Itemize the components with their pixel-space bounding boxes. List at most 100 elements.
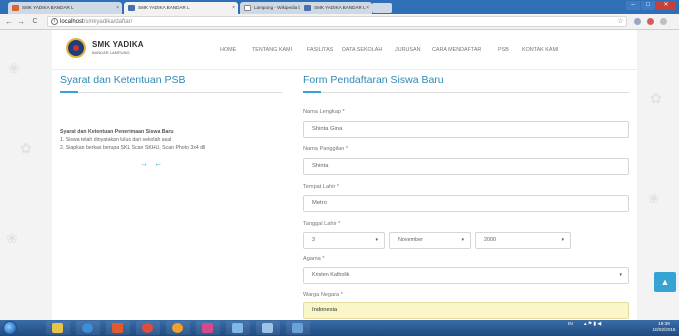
taskbar-media[interactable]	[106, 321, 130, 335]
close-window-button[interactable]: ✕	[656, 1, 676, 10]
taskbar-app[interactable]	[256, 321, 280, 335]
nav-fasilitas[interactable]: FASILITAS	[307, 47, 333, 53]
background-motif-icon: ✿	[650, 90, 662, 106]
favicon-icon	[304, 5, 311, 11]
background-motif-icon: ✿	[20, 140, 32, 156]
nama-lengkap-label: Nama Lengkap *	[303, 109, 345, 115]
page-info-icon[interactable]: i	[51, 18, 58, 25]
clock-date: 10/02/2016	[652, 327, 676, 332]
bookmark-star-icon[interactable]: ☆	[616, 17, 625, 26]
app-icon	[172, 323, 183, 333]
back-button[interactable]: ←	[4, 16, 14, 27]
arrows-decoration: → ←	[140, 159, 165, 168]
background-motif-icon: ❀	[8, 60, 20, 76]
nav-jurusan[interactable]: JURUSAN	[395, 47, 420, 53]
folder-icon	[52, 323, 63, 333]
agama-select[interactable]: Kristen Katholik ▾	[303, 267, 629, 284]
requirements-heading: Syarat dan Ketentuan Penerimaan Siswa Ba…	[60, 129, 174, 135]
tempat-lahir-label: Tempat Lahir *	[303, 184, 340, 190]
chevron-down-icon: ▾	[561, 237, 564, 243]
system-clock[interactable]: 19:39 10/02/2016	[650, 321, 678, 333]
nama-panggilan-input[interactable]: Shinta	[303, 158, 629, 175]
new-tab-button[interactable]	[372, 3, 392, 13]
birth-month-select[interactable]: November ▾	[389, 232, 471, 249]
nav-cara-mendaftar[interactable]: CARA MENDAFTAR	[432, 47, 481, 53]
language-indicator[interactable]: IN	[568, 322, 573, 327]
school-logo[interactable]	[66, 38, 86, 58]
app-icon	[262, 323, 273, 333]
brand-subtitle: BANDAR LAMPUNG	[92, 50, 130, 55]
taskbar-ie[interactable]	[76, 321, 100, 335]
media-player-icon	[112, 323, 123, 333]
close-tab-icon[interactable]: ×	[366, 2, 369, 14]
requirements-panel: Syarat dan Ketentuan PSB Syarat dan Kete…	[52, 70, 289, 320]
nav-psb[interactable]: PSB	[498, 47, 509, 53]
browser-tab-2[interactable]: SMK YADIKA BANDAR L ×	[124, 2, 238, 14]
scroll-to-top-button[interactable]: ▲	[654, 272, 676, 292]
tab-label: SMK YADIKA BANDAR L	[314, 5, 366, 10]
browser-tab-1[interactable]: SMK YADIKA BANDAR L ×	[8, 2, 122, 14]
minimize-button[interactable]: –	[626, 1, 640, 10]
internet-explorer-icon	[82, 323, 93, 333]
chevron-down-icon: ▾	[619, 272, 622, 278]
menu-icon[interactable]	[659, 17, 668, 26]
registration-form: Form Pendaftaran Siswa Baru Nama Lengkap…	[289, 70, 637, 320]
title-divider	[60, 91, 282, 93]
app-icon	[232, 323, 243, 333]
tab-label: Lampung - Wikipedia bh	[254, 5, 304, 10]
close-tab-icon[interactable]: ×	[232, 2, 235, 14]
extension-icon[interactable]	[646, 17, 655, 26]
tab-label: SMK YADIKA BANDAR L	[22, 5, 74, 10]
app-icon	[202, 323, 213, 333]
chevron-down-icon: ▾	[375, 237, 378, 243]
url-host: localhost	[60, 19, 84, 25]
favicon-icon	[128, 5, 135, 11]
extension-icon[interactable]	[633, 17, 642, 26]
nav-data-sekolah[interactable]: DATA SEKOLAH	[342, 47, 382, 53]
start-button[interactable]	[3, 321, 17, 335]
page-background: ❀ ✿ ❀ ✿ ❀ SMK YADIKA BANDAR LAMPUNG HOME…	[0, 30, 679, 320]
agama-label: Agama *	[303, 256, 325, 262]
url-path: /smkyadika/daftar/	[83, 19, 133, 25]
windows-taskbar: IN ▴ ⚑ ▮ ◀ 19:39 10/02/2016	[0, 320, 679, 336]
requirement-item: 1. Siswa telah dinyatakan lulus dari sek…	[60, 137, 172, 143]
favicon-icon	[12, 5, 19, 11]
maximize-button[interactable]: □	[641, 1, 655, 10]
tanggal-lahir-label: Tanggal Lahir *	[303, 221, 341, 227]
close-tab-icon[interactable]: ×	[116, 2, 119, 14]
tab-label: SMK YADIKA BANDAR L	[138, 5, 190, 10]
browser-tab-strip: SMK YADIKA BANDAR L × SMK YADIKA BANDAR …	[0, 0, 679, 14]
address-bar: ← → C i localhost/smkyadika/daftar/ ☆	[0, 14, 679, 30]
taskbar-explorer[interactable]	[46, 321, 70, 335]
brand-name[interactable]: SMK YADIKA	[92, 40, 144, 49]
birth-year-select[interactable]: 2000 ▾	[475, 232, 571, 249]
wikipedia-favicon-icon	[244, 5, 251, 11]
url-input[interactable]: i localhost/smkyadika/daftar/	[47, 16, 627, 27]
background-motif-icon: ❀	[648, 190, 660, 206]
reload-button[interactable]: C	[30, 16, 40, 27]
tempat-lahir-input[interactable]: Metro	[303, 195, 629, 212]
tray-icons[interactable]: ▴ ⚑ ▮ ◀	[584, 322, 601, 327]
background-motif-icon: ❀	[6, 230, 18, 246]
taskbar-app[interactable]	[286, 321, 310, 335]
app-icon	[292, 323, 303, 333]
chrome-icon	[142, 323, 153, 333]
form-title: Form Pendaftaran Siswa Baru	[303, 74, 444, 86]
nama-panggilan-label: Nama Panggilan *	[303, 146, 349, 152]
nav-home[interactable]: HOME	[220, 47, 236, 53]
warga-negara-input[interactable]: Indonesia	[303, 302, 629, 319]
site-header: SMK YADIKA BANDAR LAMPUNG HOME TENTANG K…	[52, 30, 637, 70]
nav-tentang-kami[interactable]: TENTANG KAMI	[252, 47, 292, 53]
requirement-item: 2. Siapkan berkas berupa SKL Scan SKHU, …	[60, 145, 206, 151]
nav-kontak-kami[interactable]: KONTAK KAMI	[522, 47, 558, 53]
taskbar-chrome[interactable]	[136, 321, 160, 335]
forward-button[interactable]: →	[16, 16, 26, 27]
browser-tab-4[interactable]: SMK YADIKA BANDAR L ×	[300, 2, 372, 14]
taskbar-app[interactable]	[196, 321, 220, 335]
taskbar-app[interactable]	[226, 321, 250, 335]
taskbar-app[interactable]	[166, 321, 190, 335]
birth-day-select[interactable]: 3 ▾	[303, 232, 385, 249]
requirements-title: Syarat dan Ketentuan PSB	[60, 74, 186, 86]
chevron-down-icon: ▾	[461, 237, 464, 243]
nama-lengkap-input[interactable]: Shinta Gina	[303, 121, 629, 138]
